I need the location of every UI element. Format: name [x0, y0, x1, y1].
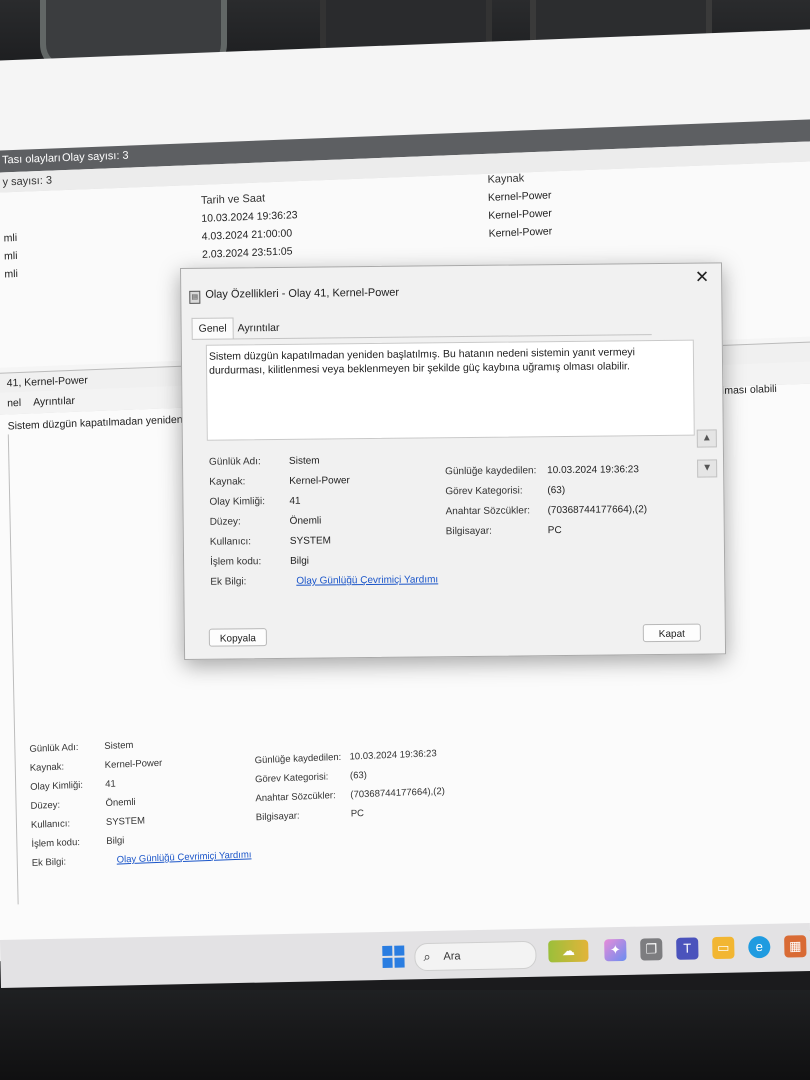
row-date: 10.03.2024 19:36:23	[201, 209, 298, 225]
field-value-keywords: (70368744177664),(2)	[547, 504, 648, 517]
column-header-date[interactable]: Tarih ve Saat	[201, 192, 265, 206]
row-date: 4.03.2024 21:00:00	[201, 227, 293, 243]
field-label: Günlüğe kaydedilen:	[254, 751, 342, 767]
row-source: Kernel-Power	[488, 225, 553, 240]
event-viewer-app-icon: ▤	[189, 290, 201, 304]
field-label: Görev Kategorisi:	[254, 771, 329, 786]
field-value: (70368744177664),(2)	[350, 785, 445, 801]
field-value: SYSTEM	[105, 815, 146, 828]
field-label: Kaynak:	[29, 761, 65, 774]
scroll-up-icon[interactable]: ▲	[696, 429, 717, 448]
close-button[interactable]: Kapat	[642, 623, 701, 643]
field-label-event-id: Olay Kimliği:	[209, 496, 266, 508]
field-label-task-category: Görev Kategorisi:	[445, 485, 523, 498]
field-label-source: Kaynak:	[209, 476, 246, 488]
field-value-event-id: 41	[289, 495, 301, 507]
field-value-source: Kernel-Power	[289, 475, 350, 487]
field-label-level: Düzey:	[209, 516, 241, 528]
tab-details[interactable]: Ayrıntılar	[232, 320, 286, 337]
windows-start-icon[interactable]	[382, 945, 405, 968]
field-value-computer: PC	[547, 525, 562, 537]
online-help-link[interactable]: Olay Günlüğü Çevrimiçi Yardımı	[117, 849, 252, 865]
edge-icon[interactable]: e	[748, 935, 771, 959]
scroll-down-icon[interactable]: ▼	[697, 459, 718, 478]
field-label-user: Kullanıcı:	[209, 536, 252, 548]
tab-general[interactable]: nel	[7, 397, 21, 410]
row-source: Kernel-Power	[487, 189, 552, 204]
field-value-log-name: Sistem	[288, 455, 320, 467]
field-label: İşlem kodu:	[31, 836, 81, 850]
field-value: 10.03.2024 19:36:23	[349, 748, 437, 763]
copy-button[interactable]: Kopyala	[208, 628, 267, 647]
field-label: Düzey:	[30, 799, 61, 812]
tab-details[interactable]: Ayrıntılar	[33, 395, 75, 409]
search-placeholder: Ara	[443, 950, 461, 963]
row-source: Kernel-Power	[488, 207, 552, 222]
field-label: Kullanıcı:	[30, 818, 71, 831]
taskbar-search[interactable]: ⌕ Ara	[414, 940, 537, 972]
search-icon: ⌕	[423, 948, 431, 965]
event-properties-dialog: ▤ Olay Özellikleri - Olay 41, Kernel-Pow…	[180, 262, 727, 660]
log-header-count: Olay sayısı: 3	[61, 149, 129, 165]
tab-general[interactable]: Genel	[191, 317, 234, 339]
weather-widget-icon[interactable]: ☁	[548, 939, 589, 963]
field-label-logged: Günlüğe kaydedilen:	[445, 465, 537, 478]
field-label: Olay Kimliği:	[30, 779, 84, 793]
field-value-user: SYSTEM	[289, 535, 332, 547]
photo-background-bottom	[0, 990, 810, 1080]
detail-title: 41, Kernel-Power	[6, 374, 88, 390]
filter-count: y sayısı: 3	[2, 174, 53, 189]
field-value: Sistem	[104, 739, 134, 752]
field-value: PC	[350, 808, 365, 820]
event-description[interactable]: Sistem düzgün kapatılmadan yeniden başla…	[205, 339, 695, 441]
pane-divider	[7, 434, 19, 905]
field-label: Anahtar Sözcükler:	[255, 790, 336, 805]
log-header-title: Tası olayları	[1, 152, 61, 167]
field-value-level: Önemli	[289, 515, 322, 527]
dialog-title: Olay Özellikleri - Olay 41, Kernel-Power	[205, 286, 400, 301]
file-explorer-icon[interactable]: ▭	[712, 936, 735, 960]
field-label-log-name: Günlük Adı:	[208, 456, 261, 468]
close-icon[interactable]: ✕	[691, 267, 713, 287]
field-label-more-info: Ek Bilgi:	[210, 576, 247, 588]
copilot-icon[interactable]: ✦	[604, 938, 627, 962]
field-label-computer: Bilgisayar:	[445, 525, 492, 538]
field-value: Önemli	[105, 796, 136, 809]
field-value-logged: 10.03.2024 19:36:23	[547, 464, 639, 477]
field-label-keywords: Anahtar Sözcükler:	[445, 505, 531, 518]
column-header-source[interactable]: Kaynak	[487, 172, 524, 185]
field-label: Bilgisayar:	[255, 810, 300, 824]
field-label: Ek Bilgi:	[31, 856, 67, 869]
field-value: 41	[105, 778, 116, 790]
field-value: (63)	[349, 769, 367, 782]
field-value: Bilgi	[106, 835, 125, 847]
dialog-titlebar[interactable]: ▤ Olay Özellikleri - Olay 41, Kernel-Pow…	[181, 263, 721, 305]
field-value-opcode: Bilgi	[290, 555, 310, 567]
row-level: mli	[4, 267, 18, 281]
field-value-task-category: (63)	[547, 484, 566, 497]
store-icon[interactable]: ▦	[784, 935, 807, 958]
teams-icon[interactable]: T	[676, 937, 699, 960]
field-value: Kernel-Power	[104, 757, 163, 771]
field-label-opcode: İşlem kodu:	[210, 556, 262, 568]
task-view-icon[interactable]: ❐	[640, 938, 663, 961]
field-label: Günlük Adı:	[29, 741, 79, 755]
online-help-link[interactable]: Olay Günlüğü Çevrimiçi Yardımı	[296, 574, 438, 586]
row-date: 2.03.2024 23:51:05	[201, 245, 293, 261]
